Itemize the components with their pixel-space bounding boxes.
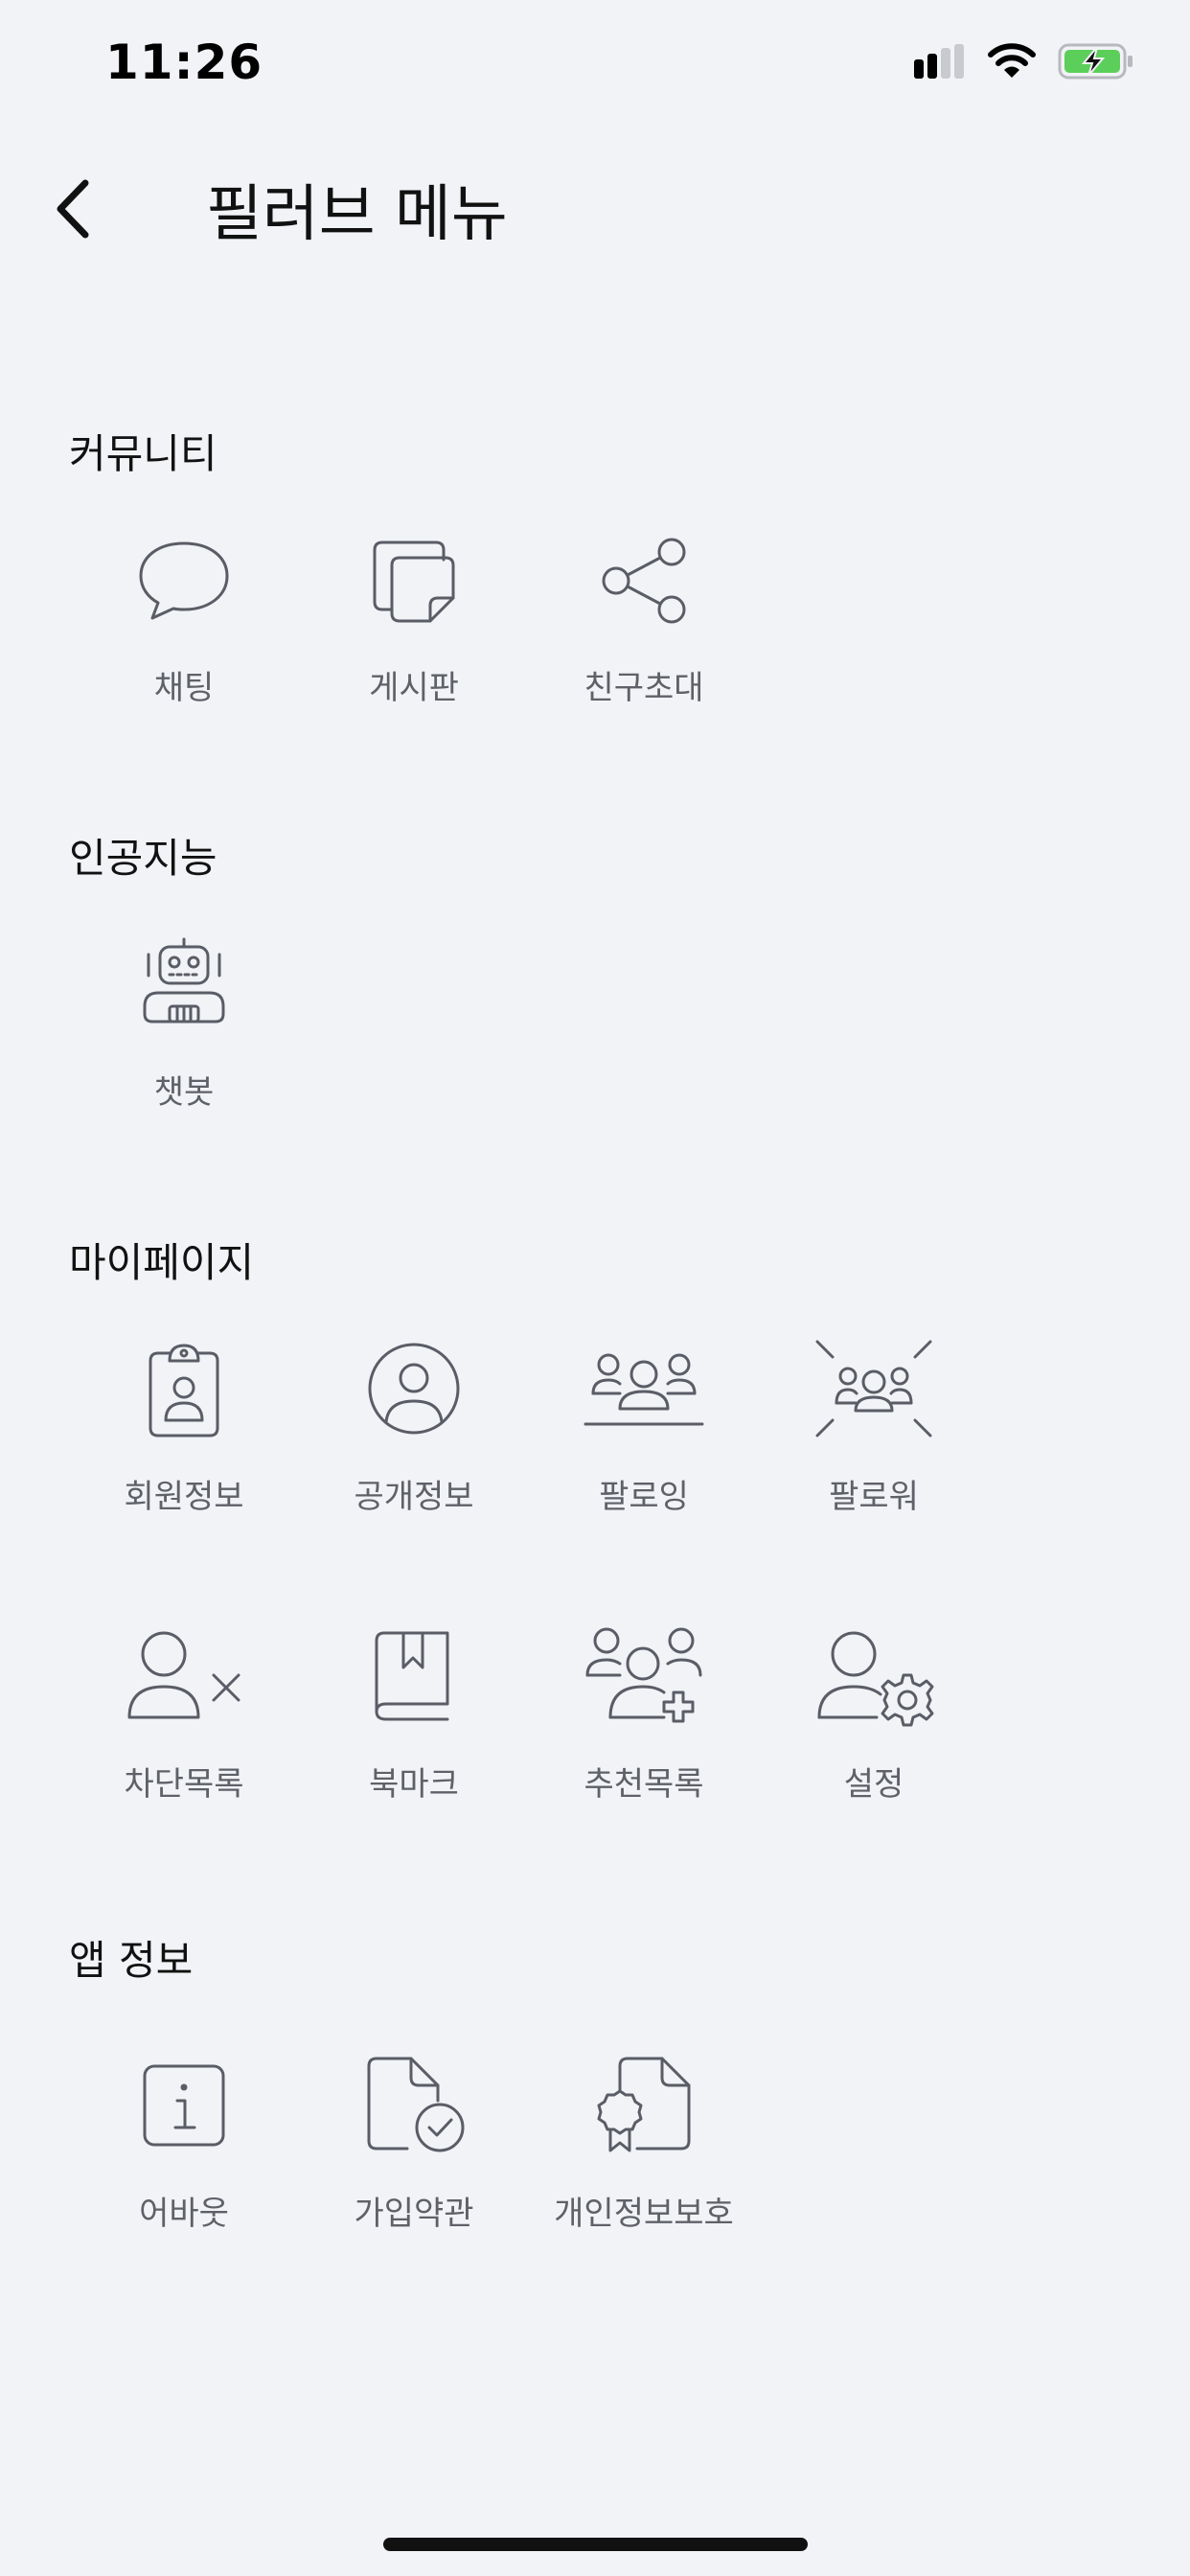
menu-item-followers[interactable]: 팔로워 (759, 1326, 989, 1517)
document-check-icon (352, 2043, 476, 2168)
group-spotlight-icon (812, 1326, 936, 1451)
section-title: 커뮤니티 (69, 430, 217, 477)
menu-item-label: 팔로워 (829, 1478, 919, 1516)
status-bar: 11:26 (0, 0, 1190, 125)
board-notes-icon (352, 518, 476, 642)
menu-item-label: 설정 (843, 1765, 904, 1804)
menu-item-label: 북마크 (369, 1765, 459, 1804)
menu-item-board[interactable]: 게시판 (299, 518, 529, 708)
menu-item-label: 어바웃 (139, 2195, 229, 2233)
menu-item-member-info[interactable]: 회원정보 (69, 1326, 299, 1517)
document-certificate-icon (582, 2043, 706, 2168)
menu-item-block-list[interactable]: 차단목록 (69, 1614, 299, 1805)
bookmark-book-icon (352, 1614, 476, 1738)
user-block-icon (122, 1614, 246, 1738)
id-badge-icon (122, 1326, 246, 1451)
menu-item-settings[interactable]: 설정 (759, 1614, 989, 1805)
info-icon (122, 2043, 246, 2168)
menu-item-label: 공개정보 (354, 1478, 474, 1516)
group-stage-icon (582, 1326, 706, 1451)
nav-bar: 필러브 메뉴 (0, 144, 1190, 268)
menu-item-label: 회원정보 (124, 1478, 244, 1516)
user-circle-icon (352, 1326, 476, 1451)
status-icons (914, 42, 1134, 84)
page-title: 필러브 메뉴 (206, 179, 508, 250)
menu-item-following[interactable]: 팔로잉 (529, 1326, 759, 1517)
section-title: 마이페이지 (69, 1239, 255, 1286)
menu-item-label: 채팅 (153, 669, 215, 707)
chat-bubble-icon (122, 518, 246, 642)
menu-item-label: 차단목록 (124, 1765, 244, 1804)
battery-charging-icon (1058, 42, 1134, 84)
menu-item-chatbot[interactable]: 챗봇 (69, 922, 299, 1113)
cellular-signal-icon (914, 44, 966, 82)
robot-icon (122, 922, 246, 1046)
menu-item-terms[interactable]: 가입약관 (299, 2043, 529, 2234)
section-title: 앱 정보 (69, 1937, 194, 1984)
menu-item-privacy[interactable]: 개인정보보호 (529, 2043, 759, 2234)
section-title: 인공지능 (69, 835, 217, 882)
menu-item-label: 개인정보보호 (554, 2195, 734, 2233)
menu-item-label: 챗봇 (153, 1073, 215, 1112)
chevron-left-icon (57, 179, 89, 239)
menu-item-label: 추천목록 (584, 1765, 704, 1804)
home-indicator (383, 2538, 808, 2551)
share-icon (582, 518, 706, 642)
menu-item-recommend-list[interactable]: 추천목록 (529, 1614, 759, 1805)
menu-item-bookmark[interactable]: 북마크 (299, 1614, 529, 1805)
menu-item-invite-friends[interactable]: 친구초대 (529, 518, 759, 708)
menu-item-label: 가입약관 (354, 2195, 474, 2233)
menu-item-chat[interactable]: 채팅 (69, 518, 299, 708)
status-time: 11:26 (105, 34, 263, 90)
back-button[interactable] (34, 171, 111, 247)
menu-item-label: 게시판 (369, 669, 459, 707)
menu-item-label: 친구초대 (584, 669, 704, 707)
wifi-icon (987, 43, 1037, 83)
menu-item-label: 팔로잉 (599, 1478, 689, 1516)
group-add-icon (582, 1614, 706, 1738)
user-settings-icon (812, 1614, 936, 1738)
menu-item-public-info[interactable]: 공개정보 (299, 1326, 529, 1517)
menu-item-about[interactable]: 어바웃 (69, 2043, 299, 2234)
